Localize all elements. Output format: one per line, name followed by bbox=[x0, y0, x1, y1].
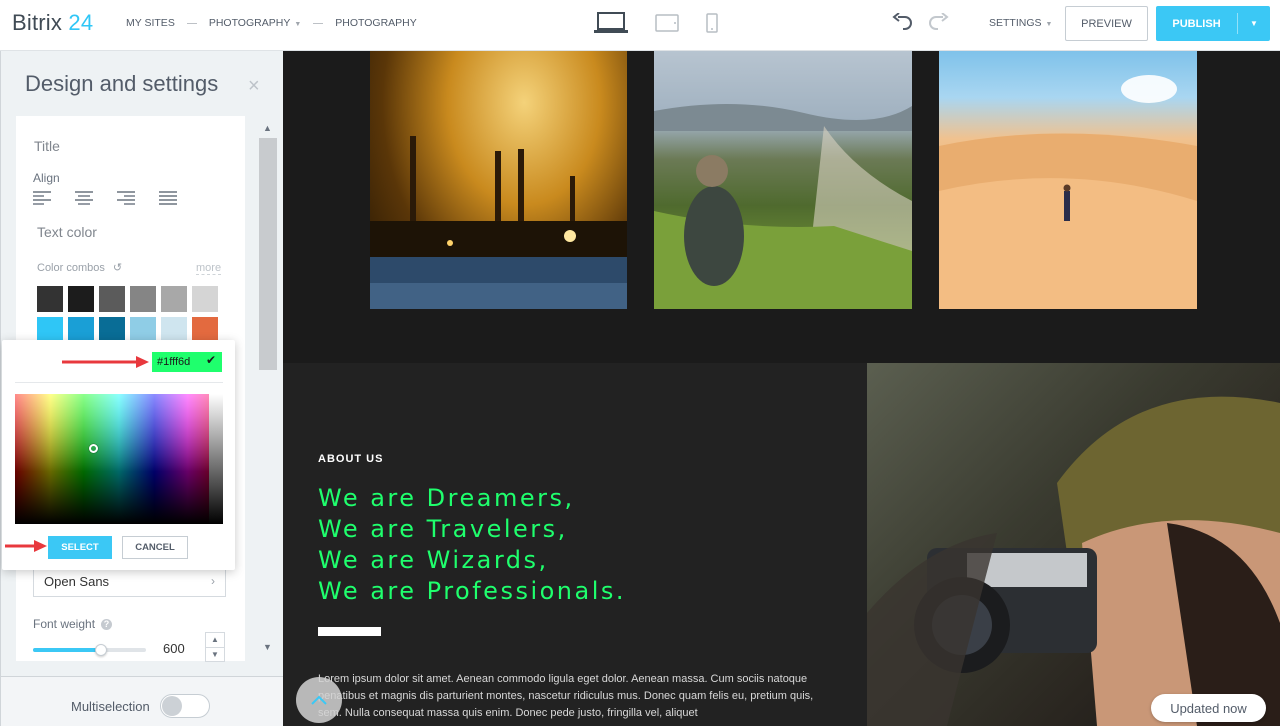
settings-dropdown[interactable]: SETTINGS ▼ bbox=[989, 17, 1052, 29]
updated-status-badge: Updated now bbox=[1151, 694, 1266, 722]
help-icon[interactable]: ? bbox=[101, 618, 113, 630]
font-weight-value: 600 bbox=[163, 641, 185, 656]
align-options bbox=[33, 191, 201, 205]
stepper-down-icon[interactable]: ▼ bbox=[206, 648, 224, 662]
about-headline[interactable]: We are Dreamers, We are Travelers, We ar… bbox=[318, 483, 626, 607]
factory-photo[interactable] bbox=[370, 51, 627, 309]
align-right-icon[interactable] bbox=[117, 191, 135, 205]
about-us-label[interactable]: ABOUT US bbox=[318, 453, 383, 465]
headline-line: We are Dreamers, bbox=[318, 484, 575, 512]
about-body-text[interactable]: Lorem ipsum dolor sit amet. Aenean commo… bbox=[318, 671, 838, 722]
headline-line: We are Professionals. bbox=[318, 577, 627, 605]
phone-icon[interactable] bbox=[706, 13, 718, 33]
cancel-button[interactable]: CANCEL bbox=[122, 536, 188, 559]
multiselection-toggle[interactable] bbox=[160, 694, 210, 718]
chevron-up-icon bbox=[311, 695, 327, 705]
text-color-label: Text color bbox=[37, 224, 97, 240]
chevron-down-icon[interactable]: ▼ bbox=[1238, 19, 1270, 28]
color-swatch[interactable] bbox=[161, 286, 187, 312]
annotation-arrow-icon bbox=[62, 356, 149, 368]
grayscale-strip[interactable] bbox=[209, 394, 223, 524]
font-weight-slider[interactable] bbox=[33, 644, 146, 656]
multiselection-label: Multiselection bbox=[71, 699, 150, 714]
annotation-arrow-icon bbox=[5, 540, 47, 552]
align-label: Align bbox=[33, 171, 60, 185]
color-swatch[interactable] bbox=[99, 286, 125, 312]
breadcrumb-page[interactable]: PHOTOGRAPHY bbox=[335, 17, 417, 29]
scroll-to-top-button[interactable] bbox=[296, 677, 342, 723]
color-swatch[interactable] bbox=[68, 286, 94, 312]
color-cursor[interactable] bbox=[89, 444, 98, 453]
undo-icon[interactable] bbox=[892, 13, 914, 31]
font-weight-label: Font weight ? bbox=[33, 617, 113, 631]
scroll-thumb[interactable] bbox=[259, 138, 277, 370]
color-swatch[interactable] bbox=[192, 286, 218, 312]
breadcrumb-my-sites[interactable]: MY SITES bbox=[126, 17, 175, 29]
chevron-down-icon: ▼ bbox=[294, 21, 302, 28]
reset-icon[interactable]: ↺ bbox=[113, 261, 122, 274]
desert-photo[interactable] bbox=[939, 51, 1197, 309]
scroll-down-icon[interactable]: ▼ bbox=[263, 642, 272, 652]
device-switcher bbox=[594, 12, 745, 34]
color-combos-label: Color combos ↺ bbox=[37, 261, 123, 275]
align-justify-icon[interactable] bbox=[159, 191, 177, 205]
breadcrumb-separator bbox=[313, 22, 324, 24]
about-us-section: ABOUT US We are Dreamers, We are Travele… bbox=[283, 363, 867, 726]
headline-line: We are Wizards, bbox=[318, 546, 549, 574]
chevron-right-icon: › bbox=[211, 574, 215, 588]
top-bar: Bitrix 24 MY SITES PHOTOGRAPHY ▼ PHOTOGRA… bbox=[0, 0, 1280, 51]
preview-button[interactable]: PREVIEW bbox=[1065, 6, 1148, 41]
panel-scrollbar[interactable]: ▲ ▼ bbox=[258, 121, 277, 661]
headline-line: We are Travelers, bbox=[318, 515, 568, 543]
hiker-photo[interactable] bbox=[654, 51, 912, 309]
close-icon[interactable]: × bbox=[248, 76, 260, 96]
color-swatches bbox=[37, 286, 218, 343]
panel-footer: Multiselection bbox=[1, 676, 283, 726]
slider-fill bbox=[33, 648, 101, 652]
page-preview: ABOUT US We are Dreamers, We are Travele… bbox=[283, 51, 1280, 726]
align-center-icon[interactable] bbox=[75, 191, 93, 205]
chevron-down-icon: ▼ bbox=[1045, 21, 1053, 28]
color-spectrum[interactable] bbox=[15, 394, 223, 524]
panel-title: Design and settings bbox=[25, 71, 219, 96]
font-family-value: Open Sans bbox=[44, 573, 110, 589]
breadcrumb: MY SITES PHOTOGRAPHY ▼ PHOTOGRAPHY bbox=[126, 17, 417, 29]
toggle-knob bbox=[162, 696, 182, 716]
align-left-icon[interactable] bbox=[33, 191, 51, 205]
redo-icon[interactable] bbox=[927, 13, 949, 31]
select-button[interactable]: SELECT bbox=[48, 536, 112, 559]
spectrum-overlay bbox=[15, 394, 223, 524]
laptop-icon[interactable] bbox=[594, 12, 628, 34]
hex-color-input[interactable]: #1fff6d ✔ bbox=[152, 352, 222, 372]
scroll-up-icon[interactable]: ▲ bbox=[263, 123, 272, 133]
stepper-up-icon[interactable]: ▲ bbox=[206, 633, 224, 648]
color-picker-popup: #1fff6d ✔ SELECT CANCEL bbox=[2, 340, 235, 570]
breadcrumb-separator bbox=[186, 22, 197, 24]
publish-label[interactable]: PUBLISH bbox=[1156, 18, 1237, 30]
decorative-bar bbox=[318, 627, 381, 636]
color-swatch[interactable] bbox=[130, 286, 156, 312]
breadcrumb-site[interactable]: PHOTOGRAPHY ▼ bbox=[209, 17, 301, 29]
font-weight-stepper[interactable]: ▲ ▼ bbox=[205, 632, 225, 662]
more-link[interactable]: more bbox=[196, 262, 222, 275]
color-swatch[interactable] bbox=[37, 286, 63, 312]
slider-handle[interactable] bbox=[94, 644, 107, 656]
check-icon[interactable]: ✔ bbox=[206, 353, 216, 367]
bitrix24-logo[interactable]: Bitrix 24 bbox=[12, 10, 93, 36]
tablet-icon[interactable] bbox=[655, 14, 679, 32]
section-title-label: Title bbox=[34, 138, 60, 154]
picker-divider bbox=[15, 382, 223, 383]
publish-button[interactable]: PUBLISH ▼ bbox=[1156, 6, 1270, 41]
photographer-photo[interactable] bbox=[867, 363, 1280, 726]
